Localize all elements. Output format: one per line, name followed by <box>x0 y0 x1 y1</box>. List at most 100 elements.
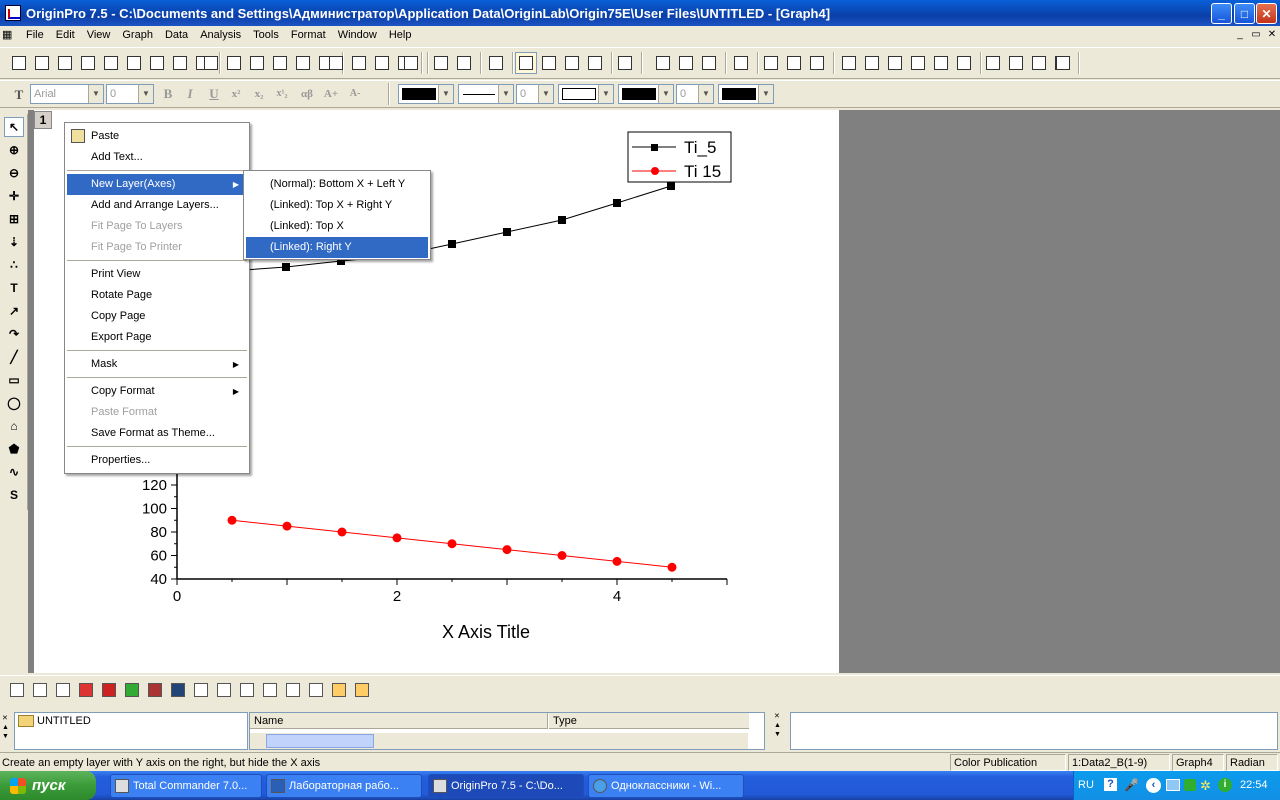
info-icon[interactable]: i <box>1218 778 1232 792</box>
subscript-button[interactable]: x₂ <box>249 84 269 104</box>
doc-minimize-icon[interactable]: _ <box>1232 28 1248 42</box>
minimize-button[interactable]: _ <box>1211 3 1232 24</box>
toolbar-button-6-icon[interactable] <box>123 52 145 74</box>
font-size-select[interactable]: 0 ▼ <box>106 84 154 104</box>
network-icon[interactable] <box>1166 779 1180 791</box>
toolbar-button-30-icon[interactable] <box>675 52 697 74</box>
toolbar-button-23-icon[interactable] <box>485 52 507 74</box>
toolbar-button-37-icon[interactable] <box>861 52 883 74</box>
menu-view[interactable]: View <box>81 26 117 44</box>
freehand-icon[interactable]: S <box>4 485 24 505</box>
toolbar-button-11-icon[interactable] <box>223 52 245 74</box>
toolbar-button-20-icon[interactable] <box>400 52 422 74</box>
polar-plot-icon[interactable] <box>190 679 212 701</box>
smith-chart-icon[interactable] <box>236 679 258 701</box>
data-point-ti5[interactable] <box>503 228 511 236</box>
region-icon[interactable]: ⬟ <box>4 439 24 459</box>
toolbar-button-44-icon[interactable] <box>1028 52 1050 74</box>
line-plot-icon[interactable] <box>6 679 28 701</box>
vector-plot-icon[interactable] <box>259 679 281 701</box>
menu-item-properties[interactable]: Properties... <box>67 450 247 471</box>
column-header-name[interactable]: Name <box>250 713 548 729</box>
menu-item-rotate-page[interactable]: Rotate Page <box>67 285 247 306</box>
scatter-plot-icon[interactable] <box>29 679 51 701</box>
toolbar-button-40-icon[interactable] <box>930 52 952 74</box>
line-icon[interactable]: ╱ <box>4 347 24 367</box>
pie-chart-icon[interactable] <box>121 679 143 701</box>
results-close-icon[interactable]: ✕ ▲ ▼ <box>774 712 786 742</box>
toolbar-button-13-icon[interactable] <box>269 52 291 74</box>
data-point-ti5[interactable] <box>613 199 621 207</box>
folder-tree[interactable]: UNTITLED <box>14 712 248 750</box>
menu-item-add-text[interactable]: Add Text... <box>67 147 247 168</box>
data-point-ti5[interactable] <box>558 216 566 224</box>
toolbar-button-32-icon[interactable] <box>730 52 752 74</box>
antivirus-icon[interactable]: ✲ <box>1200 778 1211 794</box>
text-tool-icon[interactable]: T <box>8 84 30 106</box>
pointer-icon[interactable]: ↖ <box>4 117 24 137</box>
data-point-ti15[interactable] <box>612 556 622 566</box>
toolbar-button-43-icon[interactable] <box>1005 52 1027 74</box>
bold-button[interactable]: B <box>158 84 178 104</box>
screen-reader-icon[interactable]: ✛ <box>4 186 24 206</box>
menu-format[interactable]: Format <box>285 26 332 44</box>
task-lab-document[interactable]: Лабораторная рабо... <box>266 774 422 798</box>
area-plot-icon[interactable] <box>144 679 166 701</box>
rectangle-icon[interactable]: ▭ <box>4 370 24 390</box>
microphone-icon[interactable]: 🎤 <box>1124 778 1139 792</box>
toolbar-button-41-icon[interactable] <box>953 52 975 74</box>
menu-edit[interactable]: Edit <box>50 26 81 44</box>
zoom-out-icon[interactable]: ⊖ <box>4 163 24 183</box>
submenu-item-linked-top-right[interactable]: (Linked): Top X + Right Y <box>246 195 428 216</box>
menu-help[interactable]: Help <box>383 26 418 44</box>
menu-graph[interactable]: Graph <box>116 26 159 44</box>
line-symbol-icon[interactable] <box>52 679 74 701</box>
data-point-ti15[interactable] <box>337 527 347 537</box>
toolbar-button-35-icon[interactable] <box>806 52 828 74</box>
layer-tab[interactable]: 1 <box>34 111 52 129</box>
toolbar-button-27-icon[interactable] <box>584 52 606 74</box>
toolbar-button-10-icon[interactable] <box>200 52 222 74</box>
toolbar-button-25-icon[interactable] <box>538 52 560 74</box>
doc-icon[interactable]: ▦ <box>0 26 20 44</box>
line-color-select[interactable]: ▼ <box>398 84 454 104</box>
line-style-select[interactable]: ▼ <box>458 84 514 104</box>
toolbar-button-28-icon[interactable] <box>614 52 636 74</box>
toolbar-button-31-icon[interactable] <box>698 52 720 74</box>
toolbar-button-36-icon[interactable] <box>838 52 860 74</box>
fill-color-select[interactable]: ▼ <box>618 84 674 104</box>
toolbar-button-42-icon[interactable] <box>982 52 1004 74</box>
data-point-ti15[interactable] <box>667 562 677 572</box>
close-button[interactable]: ✕ <box>1256 3 1277 24</box>
folder-label[interactable]: UNTITLED <box>37 715 91 727</box>
column-header-type[interactable]: Type <box>549 713 749 729</box>
increase-font-button[interactable]: A+ <box>320 84 342 104</box>
high-low-icon[interactable] <box>282 679 304 701</box>
task-total-commander[interactable]: Total Commander 7.0... <box>110 774 262 798</box>
submenu-item-normal-bottom-left[interactable]: (Normal): Bottom X + Left Y <box>246 174 428 195</box>
bar-plot-icon[interactable] <box>98 679 120 701</box>
data-point-ti15[interactable] <box>447 539 457 549</box>
menu-item-save-format-theme[interactable]: Save Format as Theme... <box>67 423 247 444</box>
greek-button[interactable]: αβ <box>295 84 319 104</box>
chevron-left-icon[interactable]: ‹ <box>1146 778 1161 793</box>
italic-button[interactable]: I <box>180 84 200 104</box>
menu-item-print-view[interactable]: Print View <box>67 264 247 285</box>
menu-item-add-arrange-layers[interactable]: Add and Arrange Layers... <box>67 195 247 216</box>
start-button[interactable]: пуск <box>0 771 96 800</box>
explorer-close-icon[interactable]: ✕ ▲ ▼ <box>2 714 12 744</box>
doc-close-icon[interactable]: ✕ <box>1264 28 1280 42</box>
toolbar-button-34-icon[interactable] <box>783 52 805 74</box>
column-plot-icon[interactable] <box>75 679 97 701</box>
fill-area-icon[interactable] <box>167 679 189 701</box>
toolbar-button-22-icon[interactable] <box>453 52 475 74</box>
draw-data-icon[interactable]: ∴ <box>4 255 24 275</box>
template-icon[interactable] <box>328 679 350 701</box>
task-originpro[interactable]: OriginPro 7.5 - C:\Do... <box>428 774 584 798</box>
data-point-ti5[interactable] <box>448 240 456 248</box>
menu-item-paste[interactable]: Paste <box>67 126 247 147</box>
doc-restore-icon[interactable]: ▭ <box>1248 28 1264 42</box>
toolbar-button-38-icon[interactable] <box>884 52 906 74</box>
toolbar-button-5-icon[interactable] <box>100 52 122 74</box>
zoom-in-icon[interactable]: ⊕ <box>4 140 24 160</box>
